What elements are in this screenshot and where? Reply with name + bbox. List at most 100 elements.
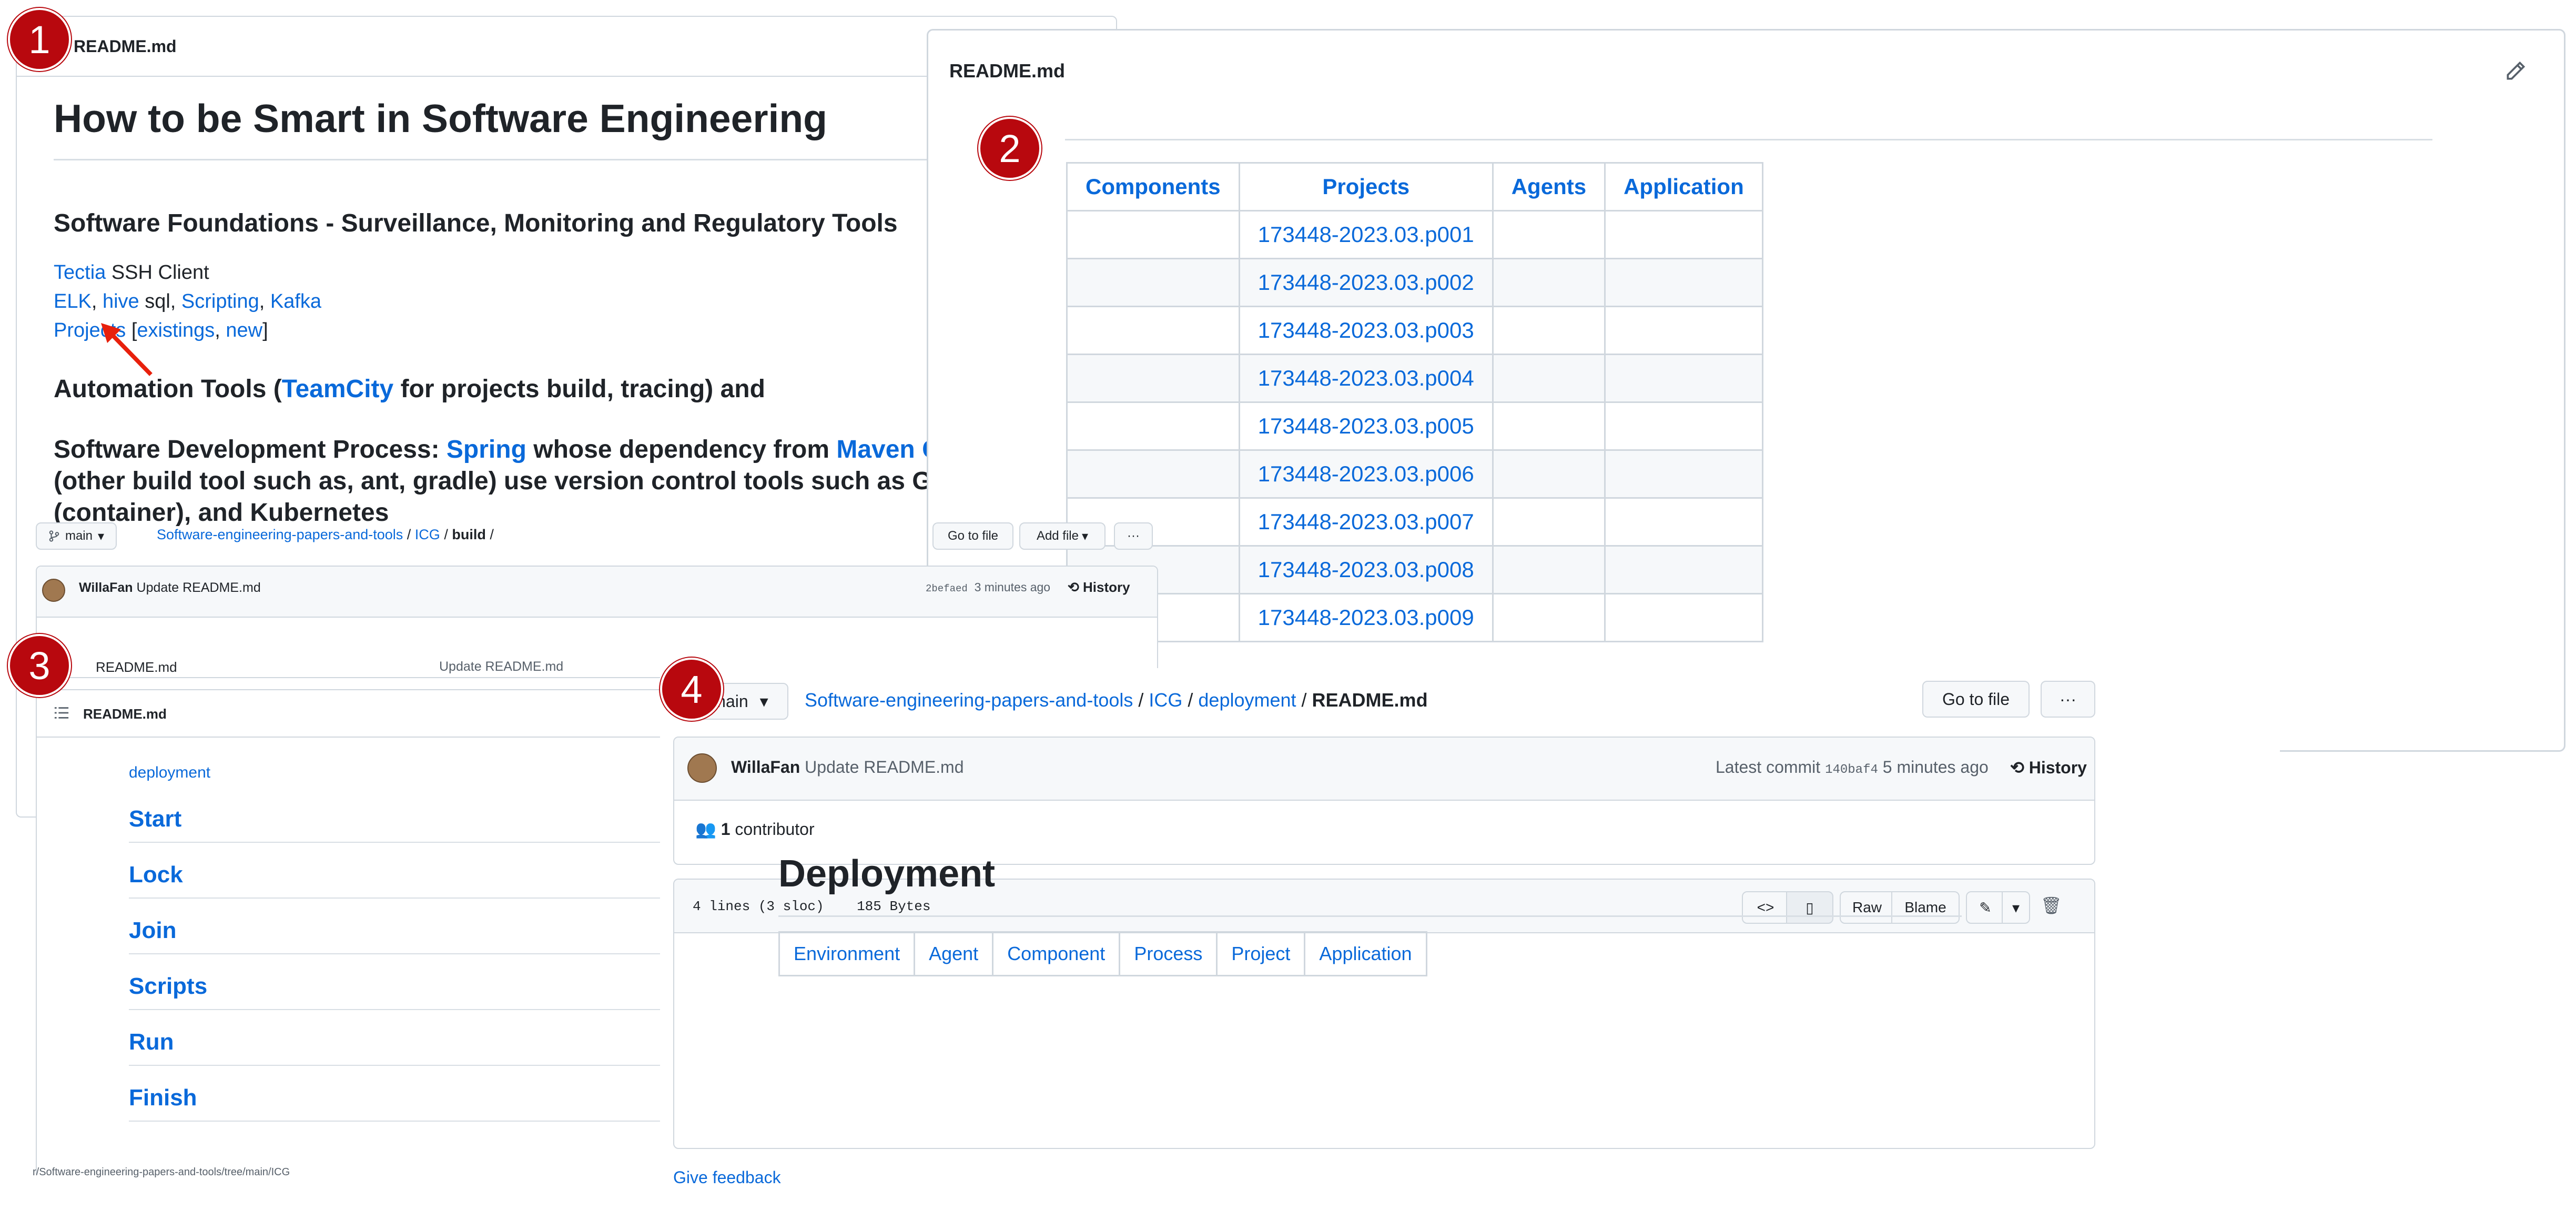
commit-hash[interactable]: 140baf4 — [1825, 763, 1878, 777]
table-cell — [1492, 545, 1606, 594]
file-row-name[interactable]: README.md — [96, 659, 177, 675]
history-label: History — [2029, 758, 2087, 777]
link-component[interactable]: Component — [992, 931, 1121, 976]
col-application[interactable]: Application — [1604, 162, 1763, 211]
latest-commit: Latest commit 140baf4 5 minutes ago — [1716, 758, 1989, 777]
more-button[interactable]: ··· — [2041, 681, 2095, 718]
nav-join[interactable]: Join — [129, 917, 176, 944]
add-file-button[interactable]: Add file ▾ — [1019, 522, 1106, 550]
spring-link[interactable]: Spring — [447, 436, 526, 463]
table-cell — [1066, 401, 1240, 451]
kafka-link[interactable]: Kafka — [270, 290, 321, 312]
link-application[interactable]: Application — [1304, 931, 1427, 976]
pencil-icon: ✎ — [1979, 899, 1992, 916]
edit-button[interactable]: ✎ — [1966, 891, 2005, 924]
give-feedback-link[interactable]: Give feedback — [673, 1168, 781, 1187]
crumb-icg[interactable]: ICG — [1149, 689, 1182, 711]
edit-dropdown[interactable]: ▾ — [2002, 891, 2030, 924]
link-project[interactable]: Project — [1216, 931, 1306, 976]
caret-down-icon: ▾ — [97, 529, 105, 543]
list-icon[interactable] — [54, 705, 69, 721]
commit-hash[interactable]: 2befaed — [926, 583, 968, 594]
nav-scripts[interactable]: Scripts — [129, 973, 207, 1000]
link-agent[interactable]: Agent — [914, 931, 994, 976]
file-row-message[interactable]: Update README.md — [439, 659, 563, 674]
people-icon: 👥 — [695, 820, 716, 839]
table-cell — [1604, 545, 1763, 594]
table-cell — [1604, 593, 1763, 642]
section-heading-process: Software Development Process: Spring who… — [54, 435, 988, 464]
project-link[interactable]: 173448-2023.03.p002 — [1238, 258, 1494, 307]
commit-message[interactable]: Update README.md — [800, 758, 964, 777]
nav-start[interactable]: Start — [129, 806, 181, 832]
avatar[interactable] — [42, 579, 65, 602]
elk-link[interactable]: ELK — [54, 290, 92, 312]
table-cell — [1066, 306, 1240, 355]
file-navigation: main ▾ Software-engineering-papers-and-t… — [36, 522, 1156, 554]
col-components[interactable]: Components — [1066, 162, 1240, 211]
go-to-file-button[interactable]: Go to file — [932, 522, 1013, 550]
deployment-link[interactable]: deployment — [129, 764, 210, 782]
commit-message[interactable]: Update README.md — [133, 580, 261, 595]
add-file-label: Add file — [1036, 529, 1079, 543]
preview-button[interactable]: ▯ — [1786, 891, 1833, 924]
nav-run[interactable]: Run — [129, 1029, 174, 1055]
scripting-link[interactable]: Scripting — [181, 290, 259, 312]
col-agents[interactable]: Agents — [1492, 162, 1606, 211]
section-heading-foundations: Software Foundations - Surveillance, Mon… — [54, 209, 898, 237]
branch-select[interactable]: main ▾ — [36, 522, 117, 550]
teamcity-link[interactable]: TeamCity — [282, 375, 394, 403]
projects-table: Components Projects Agents Application 1… — [1066, 162, 1763, 642]
table-cell — [1066, 210, 1240, 259]
crumb-sep: / — [485, 527, 494, 542]
link-process[interactable]: Process — [1119, 931, 1218, 976]
project-link[interactable]: 173448-2023.03.p001 — [1238, 210, 1494, 259]
table-cell — [1604, 210, 1763, 259]
repo-file-panel-4: main ▾ Software-engineering-papers-and-t… — [660, 668, 2280, 1199]
col-projects[interactable]: Projects — [1238, 162, 1494, 211]
link-environment[interactable]: Environment — [778, 931, 916, 976]
history-button[interactable]: ⟲ History — [1068, 579, 1130, 596]
nav-finish[interactable]: Finish — [129, 1085, 197, 1111]
divider — [1065, 139, 2432, 140]
contributors[interactable]: 👥 1 contributor — [695, 819, 815, 839]
project-link[interactable]: 173448-2023.03.p005 — [1238, 401, 1494, 451]
more-button[interactable]: ··· — [1114, 522, 1153, 550]
trash-icon[interactable]: 🗑 — [2041, 895, 2062, 915]
table-cell — [1604, 401, 1763, 451]
crumb-sep: / — [1182, 689, 1199, 711]
code-view-button[interactable]: <> — [1742, 891, 1789, 924]
nav-lock[interactable]: Lock — [129, 862, 183, 888]
project-link[interactable]: 173448-2023.03.p004 — [1238, 354, 1494, 403]
tectia-link[interactable]: Tectia — [54, 261, 106, 284]
table-cell — [1604, 258, 1763, 307]
project-link[interactable]: 173448-2023.03.p008 — [1238, 545, 1494, 594]
table-cell — [1492, 401, 1606, 451]
pencil-icon[interactable] — [2504, 59, 2527, 83]
crumb-sep: / — [1296, 689, 1312, 711]
crumb-repo[interactable]: Software-engineering-papers-and-tools — [157, 527, 403, 542]
commit-author[interactable]: WillaFan — [79, 580, 133, 595]
file-meta: 4 lines (3 sloc) 185 Bytes — [693, 899, 931, 914]
branch-name: main — [65, 529, 93, 543]
blame-button[interactable]: Blame — [1891, 891, 1960, 924]
go-to-file-button[interactable]: Go to file — [1922, 681, 2030, 718]
crumb-deployment[interactable]: deployment — [1198, 689, 1296, 711]
crumb-repo[interactable]: Software-engineering-papers-and-tools — [805, 689, 1133, 711]
avatar[interactable] — [687, 753, 717, 783]
new-link[interactable]: new — [226, 319, 262, 341]
caret-down-icon: ▾ — [2012, 899, 2020, 916]
history-button[interactable]: ⟲ History — [2010, 758, 2087, 778]
divider — [129, 898, 694, 899]
project-link[interactable]: 173448-2023.03.p006 — [1238, 449, 1494, 499]
raw-button[interactable]: Raw — [1840, 891, 1894, 924]
divider — [129, 1121, 694, 1122]
commit-author[interactable]: WillaFan — [731, 758, 800, 777]
crumb-icg[interactable]: ICG — [415, 527, 440, 542]
process-line-2: (other build tool such as, ant, gradle) … — [54, 467, 995, 495]
crumb-sep: / — [440, 527, 452, 542]
hive-link[interactable]: hive — [103, 290, 139, 312]
project-link[interactable]: 173448-2023.03.p009 — [1238, 593, 1494, 642]
project-link[interactable]: 173448-2023.03.p003 — [1238, 306, 1494, 355]
project-link[interactable]: 173448-2023.03.p007 — [1238, 497, 1494, 547]
